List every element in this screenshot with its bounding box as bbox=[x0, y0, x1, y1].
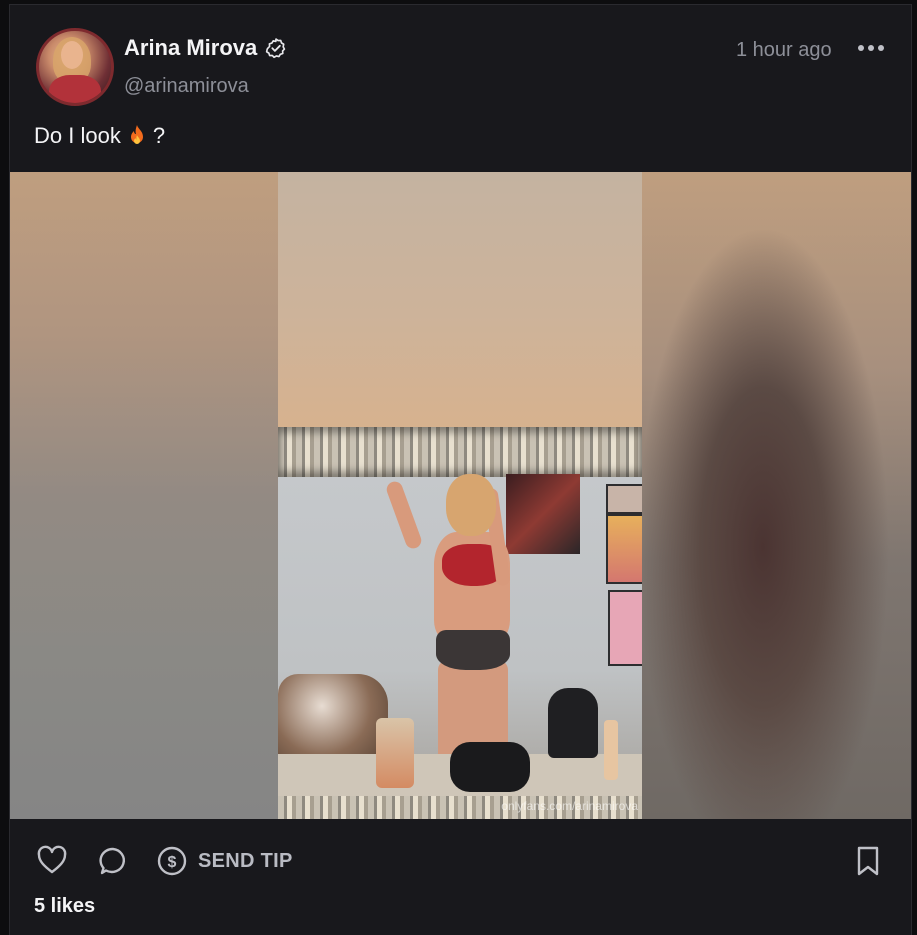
avatar-body bbox=[49, 75, 101, 103]
photo-person-head bbox=[446, 474, 496, 536]
comment-button[interactable] bbox=[97, 845, 129, 877]
photo-wall bbox=[278, 172, 642, 430]
dot bbox=[868, 45, 874, 51]
photo-object bbox=[450, 742, 530, 792]
post-card: Arina Mirova @arinamirova 1 hour ago Do … bbox=[9, 4, 912, 935]
post-photo[interactable]: onlyfans.com/arinamirova bbox=[278, 172, 642, 819]
caption-text: Do I look bbox=[34, 123, 121, 148]
photo-bed bbox=[278, 674, 388, 754]
comment-bubble-icon bbox=[99, 847, 126, 875]
author-row: Arina Mirova bbox=[124, 35, 287, 61]
send-tip-button[interactable]: $ SEND TIP bbox=[156, 845, 293, 877]
fire-emoji-icon bbox=[127, 124, 147, 148]
bookmark-icon bbox=[857, 846, 879, 876]
author-name[interactable]: Arina Mirova bbox=[124, 35, 257, 61]
bookmark-button[interactable] bbox=[854, 845, 882, 877]
heart-icon bbox=[37, 845, 67, 874]
dot bbox=[858, 45, 864, 51]
post-caption: Do I look ? bbox=[34, 123, 165, 149]
send-tip-label: SEND TIP bbox=[198, 849, 293, 872]
post-actions: $ SEND TIP bbox=[10, 825, 911, 895]
dot bbox=[878, 45, 884, 51]
post-time[interactable]: 1 hour ago bbox=[736, 39, 832, 62]
like-button[interactable] bbox=[36, 845, 68, 875]
avatar[interactable] bbox=[36, 28, 114, 106]
photo-mirror-frame bbox=[278, 427, 642, 477]
photo-poster bbox=[606, 484, 642, 514]
photo-watermark: onlyfans.com/arinamirova bbox=[501, 799, 638, 813]
caption-suffix: ? bbox=[152, 123, 166, 148]
post-header: Arina Mirova @arinamirova 1 hour ago Do … bbox=[10, 5, 911, 165]
more-dots-icon[interactable] bbox=[856, 35, 886, 59]
photo-poster bbox=[608, 590, 642, 666]
media-blur-left bbox=[10, 172, 278, 819]
likes-count[interactable]: 5 likes bbox=[34, 895, 95, 918]
dollar-circle-icon: $ bbox=[157, 846, 187, 876]
avatar-face bbox=[61, 41, 83, 69]
photo-poster bbox=[606, 514, 642, 584]
photo-bag bbox=[548, 688, 598, 758]
photo-jar bbox=[376, 718, 414, 788]
photo-bottle bbox=[604, 720, 618, 780]
photo-poster bbox=[506, 474, 580, 554]
post-media[interactable]: onlyfans.com/arinamirova bbox=[10, 172, 911, 819]
author-handle[interactable]: @arinamirova bbox=[124, 75, 249, 98]
media-blur-right bbox=[642, 172, 911, 819]
photo-person-underwear bbox=[436, 630, 510, 670]
svg-text:$: $ bbox=[168, 854, 177, 871]
verified-badge-icon bbox=[265, 37, 287, 59]
